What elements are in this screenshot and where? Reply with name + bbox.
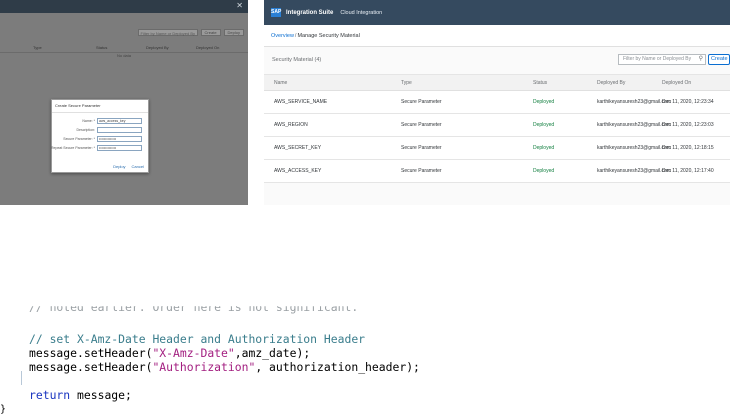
dialog-row-description: Description:: [52, 127, 148, 134]
code-string: "X-Amz-Date": [152, 346, 235, 360]
left-col-type: Type: [33, 45, 42, 50]
cell-deployed-on: Dec 11, 2020, 12:23:34: [662, 99, 714, 105]
cell-deployed-by: karthikeyansuresh23@gmail.com: [597, 99, 671, 105]
code-faded-comment: // noted earlier. Order here is not sign…: [29, 300, 359, 314]
search-icon[interactable]: ⚲: [699, 55, 703, 64]
cell-name: AWS_SECRET_KEY: [274, 145, 322, 151]
cell-status: Deployed: [533, 99, 555, 105]
create-label: Create: [711, 56, 728, 62]
cell-deployed-by: karthikeyansuresh23@gmail.com: [597, 168, 671, 174]
create-parameter-screenshot: ✕ Filter by Name or Deployed By Create D…: [0, 0, 248, 205]
table-row[interactable]: AWS_REGION Secure Parameter Deployed kar…: [264, 114, 730, 137]
breadcrumb: Overview / Manage Security Material: [264, 25, 730, 47]
dialog-title: Create Secure Parameter: [52, 100, 148, 113]
cell-deployed-by: karthikeyansuresh23@gmail.com: [597, 122, 671, 128]
left-top-bar: ✕: [0, 0, 248, 13]
cell-name: AWS_SERVICE_NAME: [274, 99, 328, 105]
security-material-screen: SAP Integration Suite Cloud Integration …: [264, 0, 730, 205]
name-field[interactable]: aws_access_key: [97, 118, 142, 124]
col-type[interactable]: Type: [401, 80, 412, 86]
left-create-button[interactable]: Create: [200, 29, 221, 36]
cell-name: AWS_REGION: [274, 122, 308, 128]
code-call: message.setHeader(: [29, 360, 153, 374]
col-deployed-on[interactable]: Deployed On: [662, 80, 691, 86]
left-col-deployed-by: Deployed By: [146, 45, 169, 50]
table-header: Name Type Status Deployed By Deployed On: [264, 74, 730, 91]
editor-gutter-marker: [21, 371, 22, 385]
table-title: Security Material (4): [272, 57, 322, 63]
dialog-row-repeat: Repeat Secure Parameter: * •••••••••••••…: [51, 145, 148, 152]
code-return-keyword: return: [29, 388, 71, 402]
table-row[interactable]: AWS_SECRET_KEY Secure Parameter Deployed…: [264, 137, 730, 160]
shell-bar: SAP Integration Suite Cloud Integration: [264, 0, 730, 25]
left-deploy-button[interactable]: Deploy: [223, 29, 244, 36]
cell-deployed-by: karthikeyansuresh23@gmail.com: [597, 145, 671, 151]
create-secure-parameter-dialog: Create Secure Parameter Name: * aws_acce…: [51, 99, 149, 173]
col-status[interactable]: Status: [533, 80, 547, 86]
cell-type: Secure Parameter: [401, 122, 442, 128]
dialog-row-secure: Secure Parameter: * ••••••••••••••: [52, 136, 148, 143]
code-set-date-header: message.setHeader("X-Amz-Date",amz_date)…: [29, 346, 310, 360]
search-placeholder: Filter by Name or Deployed By: [623, 56, 692, 62]
close-icon[interactable]: ✕: [236, 1, 243, 10]
table-toolbar: Security Material (4) Filter by Name or …: [264, 52, 730, 68]
code-snippet: // noted earlier. Order here is not sign…: [0, 298, 730, 410]
breadcrumb-current: Manage Security Material: [297, 32, 360, 39]
cell-deployed-on: Dec 11, 2020, 12:23:03: [662, 122, 714, 128]
breadcrumb-overview-link[interactable]: Overview: [271, 33, 294, 39]
code-string: "Authorization": [152, 360, 256, 374]
secure-parameter-field[interactable]: ••••••••••••••: [97, 136, 142, 142]
table-row[interactable]: AWS_SERVICE_NAME Secure Parameter Deploy…: [264, 91, 730, 114]
create-button[interactable]: Create ⌄: [708, 54, 730, 65]
sap-logo[interactable]: SAP: [271, 8, 281, 17]
cell-status: Deployed: [533, 122, 555, 128]
cell-type: Secure Parameter: [401, 168, 442, 174]
table-row[interactable]: AWS_ACCESS_KEY Secure Parameter Deployed…: [264, 160, 730, 183]
security-material-table: Name Type Status Deployed By Deployed On…: [264, 74, 730, 183]
cell-status: Deployed: [533, 168, 555, 174]
cell-deployed-on: Dec 11, 2020, 12:18:15: [662, 145, 714, 151]
code-args: ,amz_date);: [234, 346, 311, 360]
cell-name: AWS_ACCESS_KEY: [274, 168, 322, 174]
cell-status: Deployed: [533, 145, 555, 151]
repeat-secure-parameter-field[interactable]: ••••••••••••••: [97, 145, 142, 151]
cell-type: Secure Parameter: [401, 145, 442, 151]
search-input[interactable]: Filter by Name or Deployed By ⚲: [618, 54, 706, 65]
code-args: , authorization_header);: [255, 360, 420, 374]
col-deployed-by[interactable]: Deployed By: [597, 80, 625, 86]
repeat-secure-parameter-label: Repeat Secure Parameter: *: [51, 146, 95, 150]
area-title: Cloud Integration: [340, 9, 383, 16]
dialog-footer: Deploy Cancel: [113, 164, 144, 169]
code-return: return message;: [29, 388, 132, 402]
left-filter-input[interactable]: Filter by Name or Deployed By: [137, 29, 198, 36]
product-title[interactable]: Integration Suite: [286, 10, 333, 16]
breadcrumb-separator: /: [294, 32, 297, 39]
left-empty-text: No data: [116, 53, 131, 58]
cell-deployed-on: Dec 11, 2020, 12:17:40: [662, 168, 714, 174]
left-toolbar: Filter by Name or Deployed By Create Dep…: [137, 29, 244, 36]
dialog-row-name: Name: * aws_access_key: [52, 118, 148, 125]
code-set-auth-header: message.setHeader("Authorization", autho…: [29, 360, 420, 374]
description-label: Description:: [76, 128, 95, 132]
left-col-deployed-on: Deployed On: [196, 45, 220, 50]
dialog-deploy-button[interactable]: Deploy: [113, 164, 125, 169]
left-col-status: Status: [96, 45, 108, 50]
name-label: Name: *: [82, 119, 95, 123]
code-call: message.setHeader(: [29, 346, 153, 360]
col-name[interactable]: Name: [274, 80, 287, 86]
description-field[interactable]: [97, 127, 142, 133]
left-table-header: Type Status Deployed By Deployed On: [0, 43, 248, 53]
cell-type: Secure Parameter: [401, 99, 442, 105]
dialog-cancel-button[interactable]: Cancel: [132, 164, 144, 169]
code-comment: // set X-Amz-Date Header and Authorizati…: [29, 332, 366, 346]
secure-parameter-label: Secure Parameter: *: [63, 137, 95, 141]
code-return-value: message;: [70, 388, 132, 402]
